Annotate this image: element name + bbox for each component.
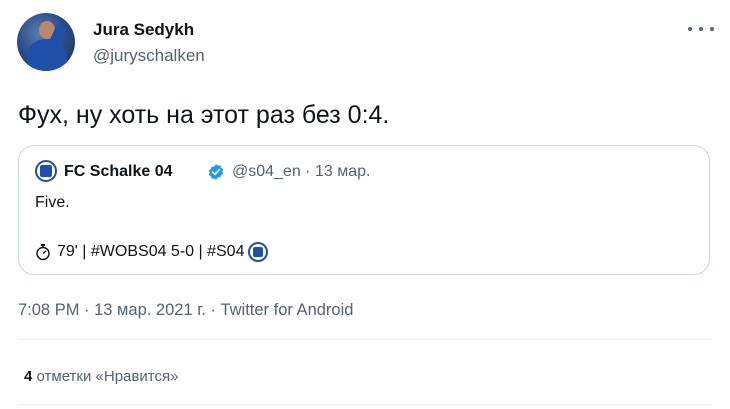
avatar-shirt bbox=[27, 39, 67, 71]
quoted-text-line2: 79' | #WOBS04 5-0 | #S04 bbox=[57, 243, 245, 260]
divider bbox=[18, 339, 712, 340]
more-icon[interactable] bbox=[688, 19, 714, 39]
verified-badge-icon bbox=[208, 164, 224, 180]
author-handle[interactable]: @juryschalken bbox=[93, 46, 205, 66]
quoted-text-line1: Five. bbox=[35, 194, 70, 211]
tweet: Jura Sedykh @juryschalken Фух, ну хоть н… bbox=[0, 0, 730, 409]
quoted-author-name: FC Schalke 04 bbox=[64, 163, 173, 180]
likes-count: 4 bbox=[24, 368, 33, 385]
tweet-text: Фух, ну хоть на этот раз без 0:4. bbox=[18, 101, 390, 129]
likes-stat[interactable]: 4 отметки «Нравится» bbox=[24, 368, 178, 385]
author-name[interactable]: Jura Sedykh bbox=[93, 20, 194, 40]
avatar[interactable] bbox=[17, 13, 75, 71]
tweet-timestamp[interactable]: 7:08 PM · 13 мар. 2021 г. · Twitter for … bbox=[18, 301, 353, 320]
stopwatch-icon bbox=[36, 244, 50, 261]
quoted-text-line2-row: 79' | #WOBS04 5-0 | #S04 bbox=[35, 242, 269, 262]
schalke-logo-icon bbox=[248, 242, 269, 262]
divider bbox=[18, 404, 712, 405]
quoted-tweet[interactable]: FC Schalke 04 @s04_en · 13 мар. Five. 79… bbox=[18, 145, 710, 275]
likes-label: отметки «Нравится» bbox=[36, 368, 179, 385]
schalke-logo-icon bbox=[35, 160, 57, 182]
quoted-meta: @s04_en · 13 мар. bbox=[232, 163, 371, 180]
